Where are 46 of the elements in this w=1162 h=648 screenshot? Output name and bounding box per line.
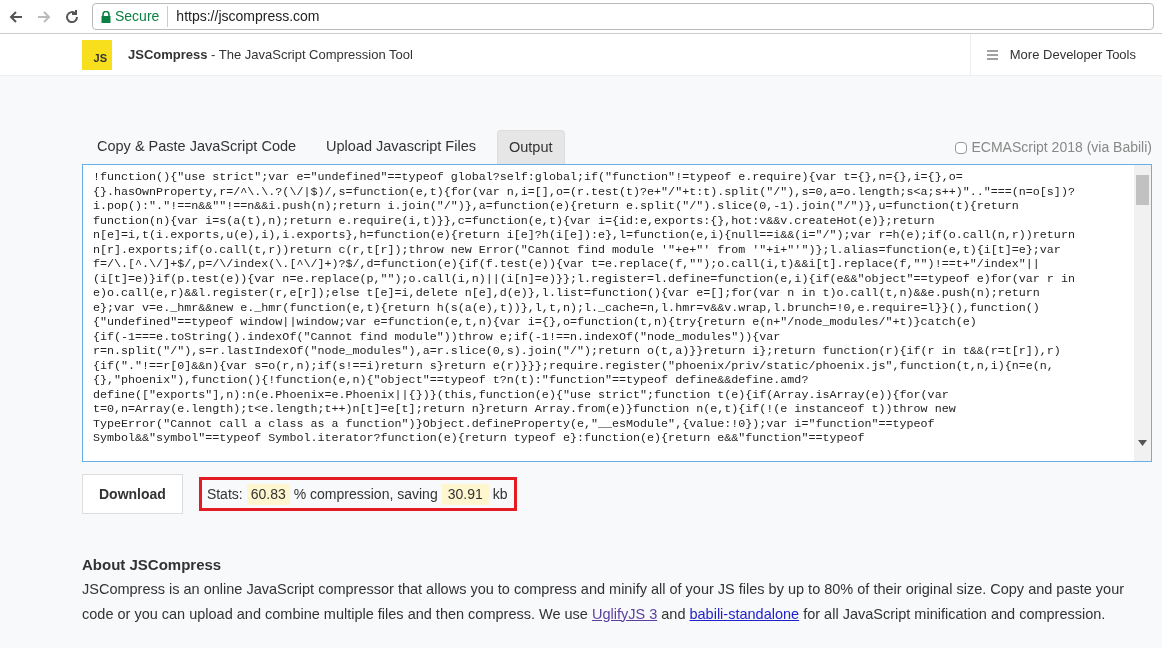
stats-label: Stats:: [206, 484, 243, 504]
scrollbar-thumb[interactable]: [1136, 175, 1149, 205]
unit-label: kb: [492, 484, 508, 504]
logo[interactable]: JS: [82, 39, 112, 70]
tab[interactable]: Upload Javascript Files: [311, 130, 491, 164]
tab[interactable]: Output: [497, 130, 565, 164]
code-line: {"undefined"==typeof window||window;var e=function(e,t,n){var i={},o=function(t,n){try{return e(n+"/node_modules/"+t)}catch(e): [93, 315, 977, 330]
code-line: {if(-1===e.toString().indexOf("Cannot find module"))throw e;if(-1!==n.indexOf("node_modules")){var: [93, 329, 781, 344]
code-line: f=/\.[^.\/]+$/,p=/\/index(\.[^\/]+)?$/,d=function(e){if(f.test(e)){var t=e.replace(f,"");o.call(i,t)&&i[t].replace(f,"")!==t+"/index"||: [93, 257, 1040, 272]
menu-icon: [986, 49, 998, 60]
developer-tools-button[interactable]: More Developer Tools: [969, 33, 1152, 76]
saving-value: 30.91: [441, 483, 489, 505]
address-bar[interactable]: Secure https://jscompress.com: [92, 3, 1154, 30]
code-line: t=0,n=Array(e.length);t<e.length;t++)n[t]=e[t];return n}return Array.from(e)}function n(e,t){if(!(e instanceof t))throw new: [93, 402, 956, 417]
code-line: function(n){var i=s(a(t),n);return e.require(i,t)}},c=function(e,t){var i={id:e,exports:{},hot:v&&v.createHot(e)};return: [93, 213, 935, 228]
code-line: i.pop():"."!==n&&""!==n&&i.push(n);return i.join("/")},a=function(e){return e.split("/").slice(0,-1).join("/")},u=function(t){return: [93, 199, 1019, 214]
site-title: JSCompress - The JavaScript Compression Tool: [128, 45, 413, 64]
link[interactable]: UglifyJS 3: [591, 605, 658, 622]
url-text: https://jscompress.com: [175, 7, 320, 26]
about-paragraph: JSCompress is an online JavaScript compressor that allows you to compress and minify all of your JS files by up to 80% of their original size. Copy and paste your code or you can upload and combine multiple files and then compress. We use UglifyJS 3 and babili-standalone for all JavaScript minification and compression.: [82, 579, 1126, 624]
section-heading: About JSCompress: [82, 555, 223, 575]
scrollbar[interactable]: [1134, 165, 1151, 461]
scroll-down-icon[interactable]: [1138, 440, 1147, 446]
code-line: r=n.split("/"),s=r.lastIndexOf("node_modules"),a=r.slice(0,s).join("/");return o(t,a)}}return i};return function(r){if(r in t&&(r=t[r]),r): [93, 344, 1061, 359]
code-line: TypeError("Cannot call a class as a function")}Object.defineProperty(e,"__esModule",{value:!0});var i="function"==typeof: [93, 416, 935, 431]
back-icon[interactable]: [8, 8, 24, 25]
code-line: n[r].exports;if(o.call(t,r))return c(r,t[r]);throw new Error("Cannot find module '"+e+"' from '"+i+"'")};l.alias=function(e,t){i[t]=e};var: [93, 242, 1061, 257]
output-textarea[interactable]: [82, 164, 1152, 462]
code-line: e)o.call(e,r)&&l.register(r,e[r]);else t[e]=i,delete n[e],d(e)},l.list=function(){var e=[];for(var n in t)o.call(t,n)&&e.push(n);return: [93, 286, 1040, 301]
tab[interactable]: Copy & Paste JavaScript Code: [82, 130, 312, 164]
code-line: {if("."!==r[0]&&n){var s=o(r,n);if(s!==i)return s}return e(r)}}};require.register("phoenix/priv/static/phoenix.js",function(t,n,i){n=e(n,: [93, 358, 1054, 373]
compression-value: 60.83: [246, 483, 290, 505]
link[interactable]: babili-standalone: [689, 605, 800, 622]
code-line: n[e]=i,t(i.exports,u(e),i),i.exports},h=function(e){return i[e]?h(i[e]):e},l=function(e,i){null==i&&(i="/");var r=h(e);if(o.call(n,r))return: [93, 228, 1075, 243]
stats-text: % compression, saving: [293, 484, 438, 504]
code-line: Symbol&&"symbol"==typeof Symbol.iterator?function(e){return typeof e}:function(e){return e&&"function"==typeof: [93, 431, 865, 446]
code-line: define(["exports"],n):n(e.Phoenix=e.Phoenix||{})}(this,function(e){"use strict";function t(e){if(Array.isArray(e)){for(var: [93, 387, 949, 402]
security-label: Secure: [115, 6, 169, 27]
download-button[interactable]: Download: [82, 474, 183, 514]
lock-icon: [101, 10, 111, 23]
code-line: (i[t]=e)}if(p.test(e)){var n=e.replace(p,"");o.call(i,n)||(i[n]=e)}};l.register=l.define=function(e,i){if(e&&"object"==typeof e)for(var r in: [93, 271, 1075, 286]
code-line: e};var v=e._hmr&&new e._hmr(function(e,t){return h(s(a(e),t))},l,t,n);l._cache=n,l.hmr=v&&v.wrap,l.brunch=!0,e.require=l}}(),function(): [93, 300, 1040, 315]
reload-icon[interactable]: [64, 8, 80, 25]
code-line: {}.hasOwnProperty,r=/^\.\.?(\/|$)/,s=function(e,t){for(var n,i=[],o=(r.test(t)?e+"/"+t:t).split("/"),s=0,a=o.length;s<a;s++)".."===(n=o[s])?: [93, 184, 1075, 199]
code-line: {},"phoenix"),function(){!function(e,n){"object"==typeof t?n(t):"function"==typeof define&&define.amd?: [93, 373, 809, 388]
code-line: !function(){"use strict";var e="undefined"==typeof global?self:global;if("function"!=typeof e.require){var t={},n={},i={},o=: [93, 170, 963, 185]
